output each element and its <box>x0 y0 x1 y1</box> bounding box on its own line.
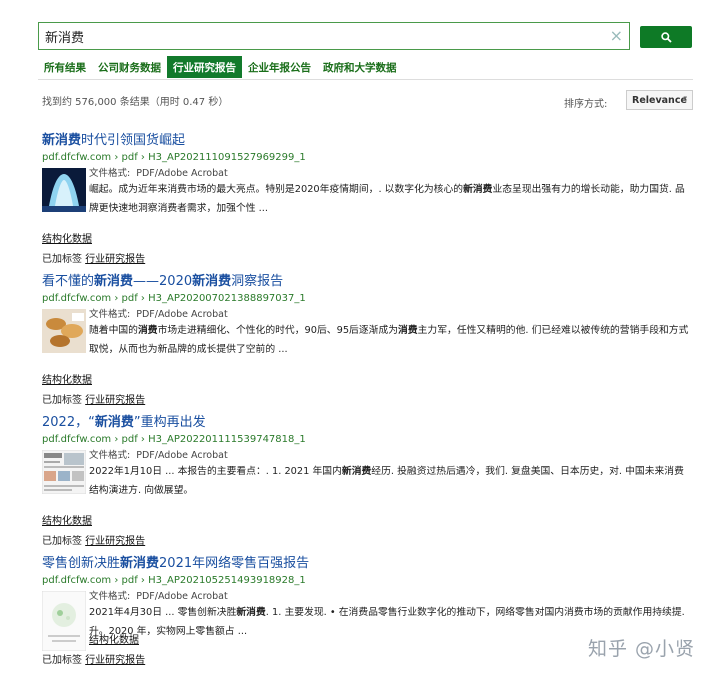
search-bar: × <box>38 22 694 50</box>
file-format: 文件格式: PDF/Adobe Acrobat <box>89 591 228 602</box>
result-stats: 找到约 576,000 条结果（用时 0.47 秒） <box>42 97 229 108</box>
result-body: 文件格式: PDF/Adobe Acrobat 2021年4月30日 ... 零… <box>42 588 692 651</box>
tab-all-results[interactable]: 所有结果 <box>38 56 92 78</box>
tab-government-university-data[interactable]: 政府和大学数据 <box>317 56 403 78</box>
tag-row: 已加标签 行业研究报告 <box>42 395 146 406</box>
result-title[interactable]: 零售创新决胜新消费2021年网络零售百强报告 <box>42 552 692 571</box>
tab-annual-reports[interactable]: 企业年报公告 <box>242 56 317 78</box>
structured-data-link[interactable]: 结构化数据 <box>42 371 92 386</box>
tab-company-financials[interactable]: 公司财务数据 <box>92 56 167 78</box>
search-icon <box>660 31 672 43</box>
result-thumbnail[interactable] <box>42 591 86 651</box>
result-url: pdf.dfcfw.com › pdf › H3_AP2020070213888… <box>42 293 306 304</box>
tabs-divider <box>38 79 693 80</box>
tag-link[interactable]: 行业研究报告 <box>85 254 145 265</box>
sort-dropdown[interactable]: Relevance ▾ <box>626 90 693 110</box>
tag-link[interactable]: 行业研究报告 <box>85 395 145 406</box>
result-url: pdf.dfcfw.com › pdf › H3_AP2021052514939… <box>42 575 306 586</box>
result-body: 文件格式: PDF/Adobe Acrobat 崛起。成为近年来消费市场的最大亮… <box>42 165 692 225</box>
search-result: 2022，“新消费”重构再出发 pdf.dfcfw.com › pdf › H3… <box>42 411 692 547</box>
result-thumbnail[interactable] <box>42 450 86 494</box>
result-title[interactable]: 新消费时代引领国货崛起 <box>42 129 692 148</box>
search-box: × <box>38 22 630 50</box>
result-thumbnail[interactable] <box>42 309 86 353</box>
structured-data-link[interactable]: 结构化数据 <box>42 512 92 527</box>
sort-label: 排序方式: <box>564 99 608 110</box>
tag-row: 已加标签 行业研究报告 <box>42 536 146 547</box>
structured-data-link[interactable]: 结构化数据 <box>42 230 92 245</box>
result-thumbnail[interactable] <box>42 168 86 212</box>
result-snippet: 崛起。成为近年来消费市场的最大亮点。特别是2020年疫情期间，. 以数字化为核心… <box>89 184 685 214</box>
search-result: 新消费时代引领国货崛起 pdf.dfcfw.com › pdf › H3_AP2… <box>42 129 692 265</box>
search-input[interactable] <box>39 23 599 49</box>
result-title[interactable]: 看不懂的新消费——2020新消费洞察报告 <box>42 270 692 289</box>
result-url: pdf.dfcfw.com › pdf › H3_AP2022011115397… <box>42 434 306 445</box>
sort-value: Relevance <box>632 95 687 106</box>
tag-link[interactable]: 行业研究报告 <box>85 536 145 547</box>
tag-link[interactable]: 行业研究报告 <box>85 655 145 666</box>
file-format: 文件格式: PDF/Adobe Acrobat <box>89 450 228 461</box>
search-result: 看不懂的新消费——2020新消费洞察报告 pdf.dfcfw.com › pdf… <box>42 270 692 406</box>
result-snippet: 随着中国的消费市场走进精细化、个性化的时代，90后、95后逐渐成为消费主力军，任… <box>89 325 689 355</box>
clear-icon[interactable]: × <box>610 26 623 46</box>
category-tabs: 所有结果 公司财务数据 行业研究报告 企业年报公告 政府和大学数据 <box>38 56 403 78</box>
tag-row: 已加标签 行业研究报告 <box>42 254 146 265</box>
file-format: 文件格式: PDF/Adobe Acrobat <box>89 309 228 320</box>
tab-industry-reports[interactable]: 行业研究报告 <box>167 56 242 78</box>
result-body: 文件格式: PDF/Adobe Acrobat 2022年1月10日 ... 本… <box>42 447 692 507</box>
search-button[interactable] <box>640 26 692 48</box>
file-format: 文件格式: PDF/Adobe Acrobat <box>89 168 228 179</box>
watermark: 知乎 @小贤 <box>588 638 696 660</box>
result-url: pdf.dfcfw.com › pdf › H3_AP2021110915279… <box>42 152 306 163</box>
result-body: 文件格式: PDF/Adobe Acrobat 随着中国的消费市场走进精细化、个… <box>42 306 692 366</box>
chevron-down-icon: ▾ <box>683 94 687 102</box>
result-title[interactable]: 2022，“新消费”重构再出发 <box>42 411 692 430</box>
result-snippet: 2022年1月10日 ... 本报告的主要看点：. 1. 2021 年国内新消费… <box>89 466 684 496</box>
